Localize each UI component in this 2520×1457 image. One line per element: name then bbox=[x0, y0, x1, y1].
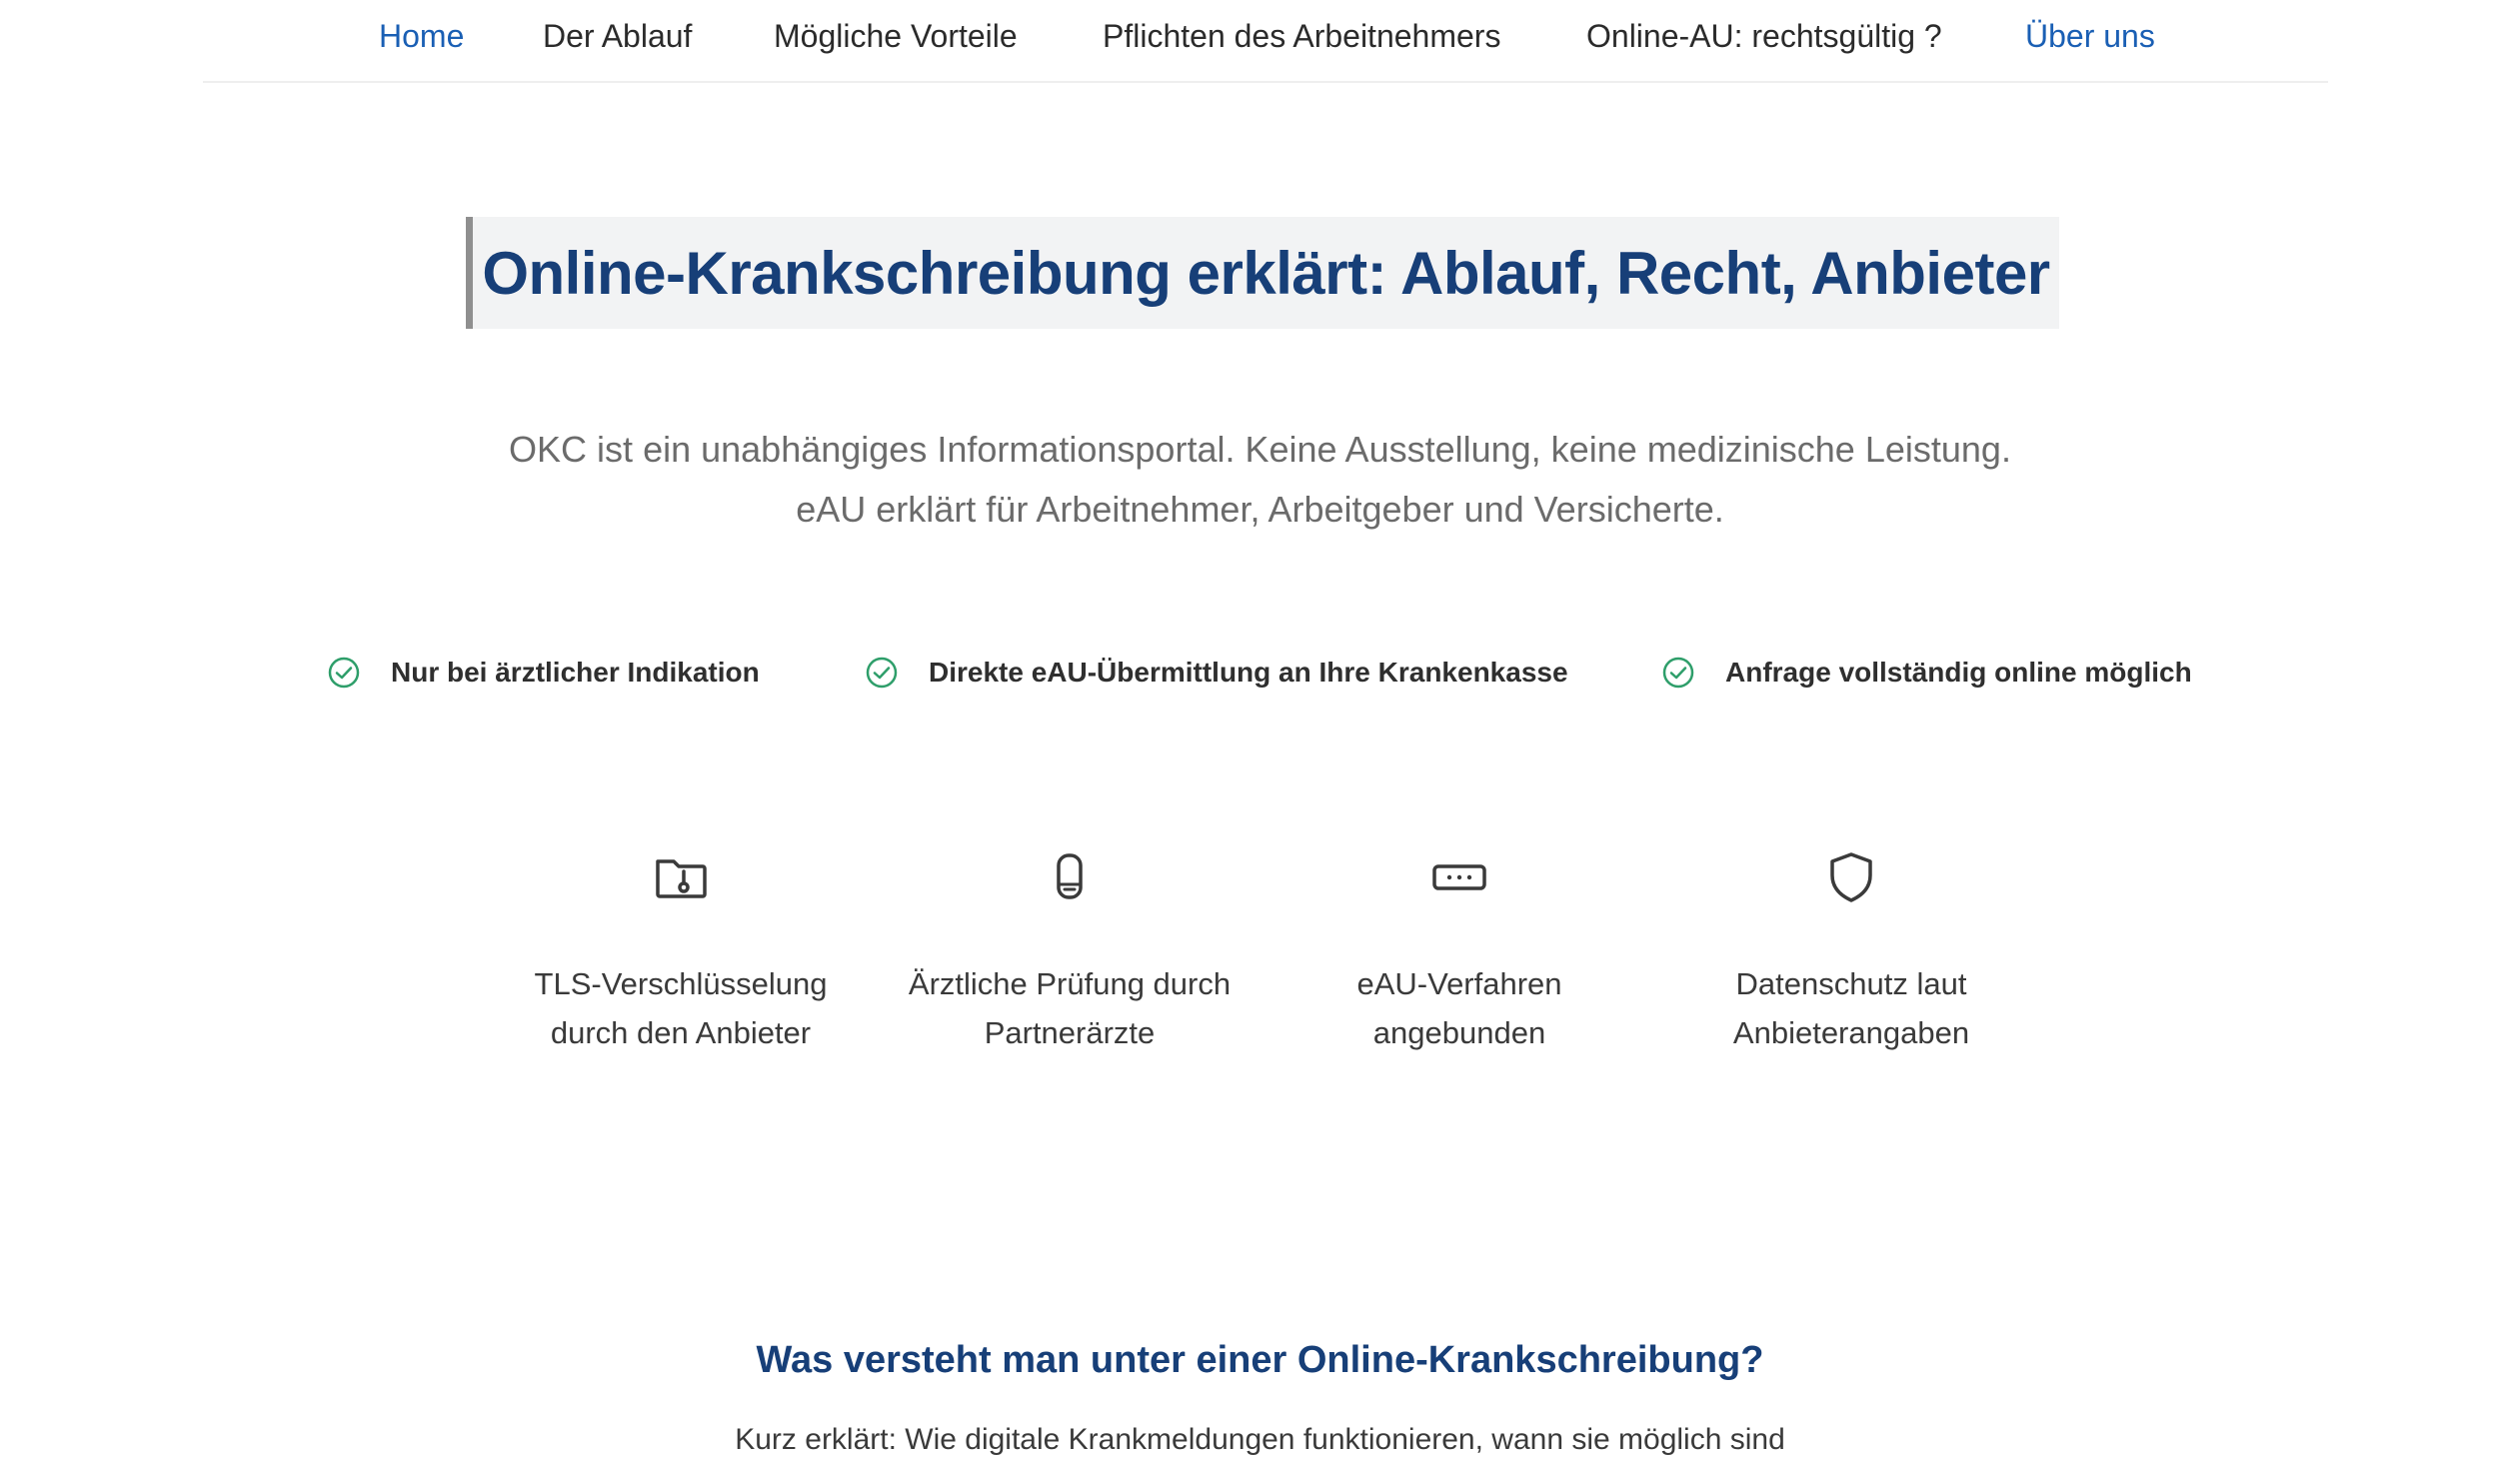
check-label: Direkte eAU-Übermittlung an Ihre Kranken… bbox=[929, 657, 1568, 688]
check-item-eau-uebermittlung: Direkte eAU-Übermittlung an Ihre Kranken… bbox=[865, 650, 1568, 696]
intro-line-1: OKC ist ein unabhängiges Informationspor… bbox=[509, 429, 2011, 470]
section-subtitle: Kurz erklärt: Wie digitale Krankmeldunge… bbox=[735, 1423, 1785, 1456]
feature-aerztliche-pruefung: Ärztliche Prüfung durch Partnerärzte bbox=[880, 847, 1260, 1057]
feature-label: eAU-Verfahren angebunden bbox=[1356, 966, 1562, 1050]
section-heading: Was versteht man unter einer Online-Kran… bbox=[756, 1339, 1764, 1381]
hero-title-box: Online-Krankschreibung erklärt: Ablauf, … bbox=[466, 217, 2059, 329]
nav-pflichten-link[interactable]: Pflichten des Arbeitnehmers bbox=[1103, 16, 1500, 56]
main-navigation: Home Der Ablauf Mögliche Vorteile Pflich… bbox=[203, 0, 2328, 83]
shield-icon bbox=[1830, 852, 1872, 902]
feature-eau-verfahren: eAU-Verfahren angebunden bbox=[1269, 847, 1649, 1057]
page-title: Online-Krankschreibung erklärt: Ablauf, … bbox=[482, 239, 2050, 307]
feature-tls: TLS-Verschlüsselung durch den Anbieter bbox=[491, 847, 871, 1057]
nav-der-ablauf-link[interactable]: Der Ablauf bbox=[543, 16, 692, 56]
folder-lock-icon bbox=[656, 859, 707, 898]
phone-icon bbox=[1057, 853, 1083, 899]
check-item-online-anfrage: Anfrage vollständig online möglich bbox=[1661, 650, 2192, 696]
check-item-indikation: Nur bei ärztlicher Indikation bbox=[327, 650, 760, 696]
check-circle-icon bbox=[1662, 657, 1694, 689]
intro-line-2: eAU erklärt für Arbeitnehmer, Arbeitgebe… bbox=[796, 489, 1724, 530]
feature-datenschutz: Datenschutz laut Anbieterangaben bbox=[1661, 847, 2041, 1057]
transfer-icon bbox=[1432, 864, 1486, 890]
check-label: Anfrage vollständig online möglich bbox=[1725, 657, 2192, 688]
feature-label: Datenschutz laut Anbieterangaben bbox=[1732, 966, 1970, 1050]
nav-moegliche-vorteile-link[interactable]: Mögliche Vorteile bbox=[774, 16, 1018, 56]
nav-online-au-link[interactable]: Online-AU: rechtsgültig ? bbox=[1586, 16, 1942, 56]
nav-home-link[interactable]: Home bbox=[379, 16, 464, 56]
check-circle-icon bbox=[866, 657, 898, 689]
feature-label: Ärztliche Prüfung durch Partnerärzte bbox=[908, 966, 1232, 1050]
nav-ueber-uns-link[interactable]: Über uns bbox=[2025, 16, 2155, 56]
check-circle-icon bbox=[328, 657, 360, 689]
check-label: Nur bei ärztlicher Indikation bbox=[391, 657, 760, 688]
feature-label: TLS-Verschlüsselung durch den Anbieter bbox=[534, 966, 828, 1050]
